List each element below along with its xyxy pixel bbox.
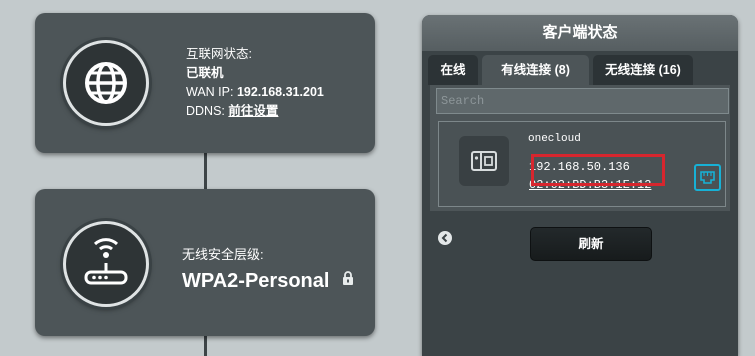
wireless-security-card[interactable]: 无线安全层级: WPA2-Personal <box>35 189 375 336</box>
connector-line <box>204 150 207 190</box>
client-name: onecloud <box>528 133 581 145</box>
back-icon[interactable] <box>437 230 453 246</box>
tab-online[interactable]: 在线 <box>428 55 478 85</box>
panel-title: 客户端状态 <box>422 15 738 51</box>
client-status-panel: 客户端状态 在线 有线连接 (8) 无线连接 (16) Search onecl… <box>422 15 738 356</box>
internet-status-label: 互联网状态: <box>186 47 252 61</box>
router-icon <box>63 221 149 307</box>
security-mode-value: WPA2-Personal <box>182 270 330 292</box>
tab-wireless[interactable]: 无线连接 (16) <box>593 55 693 85</box>
wan-ip-value: 192.168.31.201 <box>236 85 324 99</box>
wireless-info: 无线安全层级: WPA2-Personal <box>182 244 354 293</box>
internet-status-value: 已联机 <box>186 66 224 80</box>
tab-wired[interactable]: 有线连接 (8) <box>482 55 589 85</box>
lock-icon <box>342 271 354 290</box>
internet-info: 互联网状态: 已联机 WAN IP: 192.168.31.201 DDNS: … <box>186 45 324 121</box>
client-entry[interactable]: onecloud 192.168.50.136 02:02:BD:B3:1E:1… <box>438 121 726 207</box>
internet-status-card[interactable]: 互联网状态: 已联机 WAN IP: 192.168.31.201 DDNS: … <box>35 13 375 153</box>
search-input[interactable]: Search <box>436 88 729 114</box>
wan-ip-label: WAN IP: <box>186 85 234 99</box>
security-level-label: 无线安全层级: <box>182 247 264 262</box>
ethernet-icon <box>694 164 721 191</box>
ddns-label: DDNS: <box>186 104 225 118</box>
device-icon <box>459 136 509 186</box>
connector-line <box>204 336 207 356</box>
ip-highlight-box <box>531 154 665 186</box>
ddns-settings-link[interactable]: 前往设置 <box>228 104 278 118</box>
globe-icon <box>63 40 149 126</box>
refresh-button[interactable]: 刷新 <box>530 227 652 261</box>
